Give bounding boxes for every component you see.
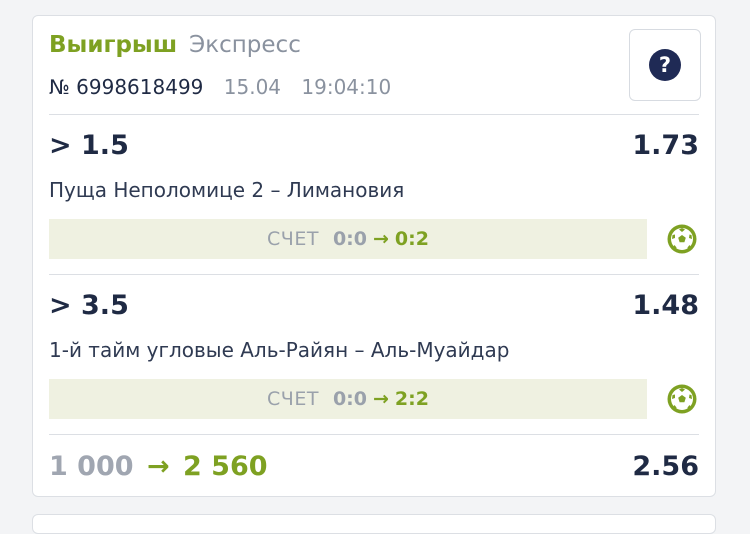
score-start: 0:0: [332, 388, 367, 410]
bet-outcome: > 3.5: [49, 290, 129, 321]
ticket-title: Выигрыш Экспресс: [49, 32, 301, 58]
bet-event[interactable]: 1-й тайм угловые Аль-Райян – Аль-Муайдар: [49, 338, 509, 362]
ticket-number: № 6998618499: [49, 75, 204, 99]
arrow-right-icon: →: [372, 388, 389, 410]
score-label: СЧЕТ: [267, 228, 319, 250]
divider: [49, 434, 699, 435]
stake-summary: 1 000 → 2 560: [49, 451, 268, 482]
bet-odds: 1.48: [632, 290, 699, 321]
divider: [49, 274, 699, 275]
question-circle-icon: ?: [649, 49, 681, 81]
next-ticket-card: [32, 514, 716, 534]
arrow-right-icon: →: [372, 228, 389, 250]
help-button[interactable]: ?: [629, 29, 701, 101]
stake-amount: 1 000: [49, 451, 134, 482]
divider: [49, 114, 699, 115]
score-label: СЧЕТ: [267, 388, 319, 410]
bet-outcome: > 1.5: [49, 130, 129, 161]
football-icon: [667, 224, 697, 254]
ticket-meta: № 6998618499 15.04 19:04:10: [49, 75, 391, 99]
ticket-status: Выигрыш: [49, 32, 178, 58]
ticket-date: 15.04: [223, 75, 282, 99]
score-bar: СЧЕТ 0:0 → 2:2: [49, 379, 647, 419]
arrow-right-icon: →: [146, 451, 170, 482]
score-bar: СЧЕТ 0:0 → 0:2: [49, 219, 647, 259]
score-final: 2:2: [394, 388, 429, 410]
bet-event[interactable]: Пуща Неполомице 2 – Лимановия: [49, 178, 404, 202]
bet-ticket-card: Выигрыш Экспресс № 6998618499 15.04 19:0…: [32, 15, 716, 497]
total-odds: 2.56: [632, 451, 699, 482]
ticket-time: 19:04:10: [301, 75, 392, 99]
score-start: 0:0: [332, 228, 367, 250]
ticket-type: Экспресс: [189, 32, 301, 58]
win-amount: 2 560: [182, 451, 268, 482]
bet-odds: 1.73: [632, 130, 699, 161]
football-icon: [667, 384, 697, 414]
score-final: 0:2: [394, 228, 429, 250]
